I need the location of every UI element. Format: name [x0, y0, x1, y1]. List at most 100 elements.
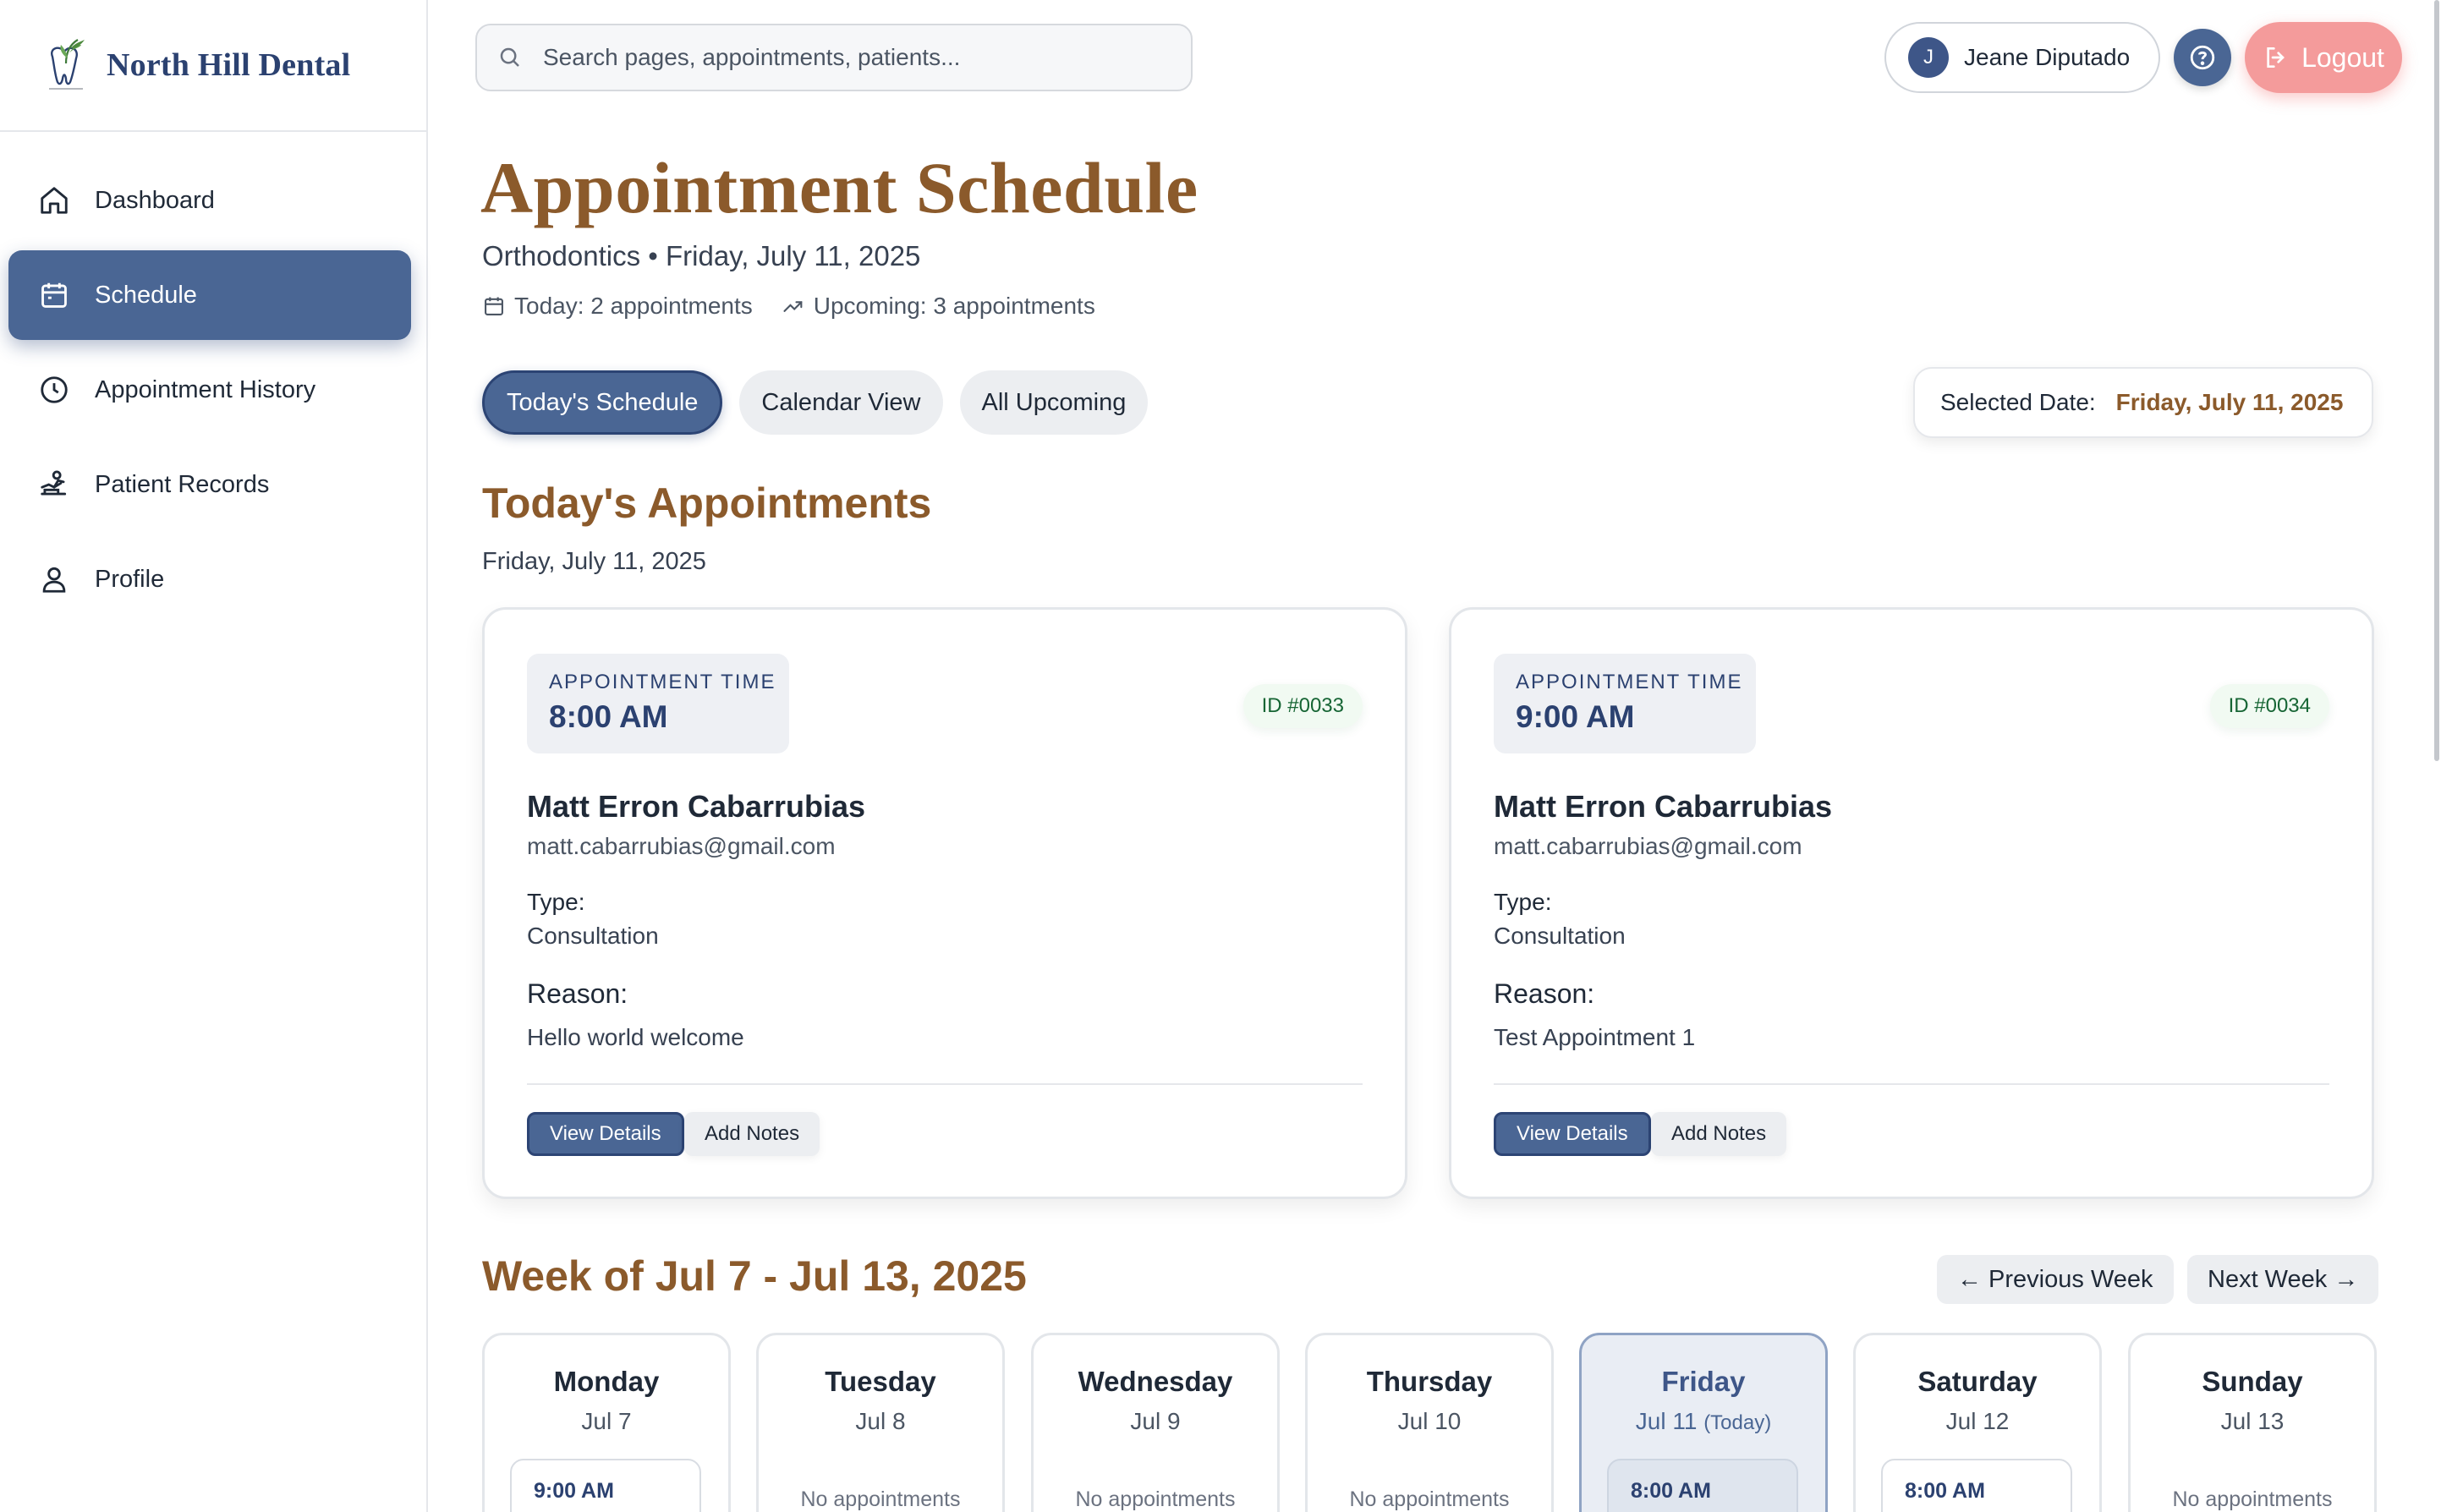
type-value: Consultation: [1494, 923, 1626, 949]
sidebar-item-dashboard[interactable]: Dashboard: [8, 156, 411, 245]
sidebar-item-label: Schedule: [95, 281, 197, 309]
appointment-card: APPOINTMENT TIME 8:00 AM ID #0033 Matt E…: [482, 607, 1407, 1199]
help-icon: [2190, 45, 2215, 70]
sidebar-item-appointment-history[interactable]: Appointment History: [8, 345, 411, 435]
tooth-leaf-logo: [49, 39, 85, 90]
view-details-button[interactable]: View Details: [1494, 1112, 1651, 1156]
selected-date-display: Selected Date: Friday, July 11, 2025: [1913, 367, 2373, 438]
appointment-id-badge: ID #0034: [2209, 684, 2329, 728]
day-card-wednesday[interactable]: Wednesday Jul 9 No appointments: [1031, 1333, 1280, 1512]
tab-calendar-view[interactable]: Calendar View: [739, 370, 943, 435]
day-appointment-slot[interactable]: 9:00 AM: [510, 1459, 701, 1512]
sidebar-nav: Dashboard Schedule Appointment History P…: [0, 132, 426, 624]
trending-up-icon: [783, 301, 803, 312]
day-card-tuesday[interactable]: Tuesday Jul 8 No appointments: [756, 1333, 1005, 1512]
previous-week-button[interactable]: ← Previous Week: [1937, 1255, 2174, 1304]
patient-email: matt.cabarrubias@gmail.com: [1494, 833, 1802, 859]
brand-name: North Hill Dental: [107, 47, 351, 83]
search-input[interactable]: [543, 44, 1186, 71]
appointment-card: APPOINTMENT TIME 9:00 AM ID #0034 Matt E…: [1449, 607, 2374, 1199]
todays-appointments-title: Today's Appointments: [482, 479, 932, 527]
no-appointments-text: No appointments: [1075, 1487, 1236, 1511]
reason-value: Hello world welcome: [527, 1024, 744, 1050]
appointment-time-label: APPOINTMENT TIME: [1516, 671, 1743, 693]
add-notes-button[interactable]: Add Notes: [1651, 1112, 1787, 1156]
appointment-id-badge: ID #0033: [1242, 684, 1363, 728]
sidebar-item-patient-records[interactable]: Patient Records: [8, 440, 411, 529]
reason-value: Test Appointment 1: [1494, 1024, 1696, 1050]
week-title: Week of Jul 7 - Jul 13, 2025: [482, 1252, 1027, 1300]
day-card-monday[interactable]: Monday Jul 7 9:00 AM: [482, 1333, 731, 1512]
sidebar-item-label: Dashboard: [95, 186, 215, 214]
sidebar: North Hill Dental Dashboard Schedule App…: [0, 0, 428, 1512]
day-appointment-slot[interactable]: 8:00 AM: [1881, 1459, 2072, 1512]
page-scrollbar[interactable]: [2433, 0, 2441, 778]
user-name: Jeane Diputado: [1964, 44, 2131, 70]
calendar-icon: [485, 297, 503, 315]
sidebar-item-schedule[interactable]: Schedule: [8, 250, 411, 340]
appointment-time-box: APPOINTMENT TIME 9:00 AM: [1494, 654, 1756, 753]
search-icon: [500, 47, 519, 67]
day-name: Saturday: [1917, 1366, 2038, 1397]
day-name: Monday: [553, 1366, 660, 1397]
day-date: Jul 8: [855, 1408, 906, 1434]
patient-name: Matt Erron Cabarrubias: [527, 789, 866, 824]
day-date: Jul 11 (Today): [1635, 1408, 1772, 1434]
sidebar-item-label: Appointment History: [95, 375, 316, 403]
add-notes-button[interactable]: Add Notes: [684, 1112, 820, 1156]
user-icon: [37, 562, 71, 596]
day-date: Jul 13: [2220, 1408, 2285, 1434]
tab-todays-schedule[interactable]: Today's Schedule: [482, 370, 723, 435]
avatar: J: [1908, 37, 1949, 78]
appointment-time-box: APPOINTMENT TIME 8:00 AM: [527, 654, 789, 753]
logout-button[interactable]: Logout: [2245, 22, 2402, 93]
day-date: Jul 9: [1130, 1408, 1181, 1434]
page-title: Appointment Schedule: [480, 147, 1199, 228]
appointment-time-label: APPOINTMENT TIME: [549, 671, 776, 693]
today-indicator: (Today): [1703, 1411, 1772, 1434]
logout-icon: [2267, 47, 2285, 68]
today-stat-text: Today: 2 appointments: [514, 293, 753, 319]
appointment-time: 8:00 AM: [549, 699, 668, 734]
card-divider: [1494, 1083, 2329, 1085]
type-value: Consultation: [527, 923, 659, 949]
day-name: Sunday: [2202, 1366, 2303, 1397]
brand-header[interactable]: North Hill Dental: [0, 0, 426, 132]
home-icon: [37, 184, 71, 217]
upcoming-stat: Upcoming: 3 appointments: [782, 293, 1095, 320]
selected-date-label: Selected Date:: [1940, 389, 2096, 415]
patient-records-icon: [37, 468, 71, 501]
day-appointment-slot[interactable]: 8:00 AM: [1607, 1459, 1798, 1512]
tab-all-upcoming[interactable]: All Upcoming: [959, 370, 1149, 435]
selected-date-value: Friday, July 11, 2025: [2115, 389, 2344, 415]
help-button[interactable]: [2174, 29, 2231, 86]
day-card-saturday[interactable]: Saturday Jul 12 8:00 AM: [1853, 1333, 2102, 1512]
upcoming-stat-text: Upcoming: 3 appointments: [813, 293, 1095, 319]
appointment-stats: Today: 2 appointments Upcoming: 3 appoin…: [482, 293, 1124, 320]
calendar-icon: [37, 278, 71, 312]
scrollbar-thumb[interactable]: [2434, 0, 2439, 761]
day-card-friday[interactable]: Friday Jul 11 (Today) 8:00 AM: [1579, 1333, 1828, 1512]
user-menu[interactable]: J Jeane Diputado: [1884, 22, 2160, 93]
page-subtitle: Orthodontics • Friday, July 11, 2025: [482, 240, 921, 271]
view-details-button[interactable]: View Details: [527, 1112, 684, 1156]
type-label: Type:: [527, 889, 585, 915]
todays-appointments-date: Friday, July 11, 2025: [482, 548, 706, 575]
day-date: Jul 10: [1397, 1408, 1462, 1434]
day-name: Friday: [1661, 1366, 1746, 1397]
day-name: Thursday: [1366, 1366, 1493, 1397]
day-name: Tuesday: [825, 1366, 936, 1397]
logout-label: Logout: [2301, 41, 2384, 73]
no-appointments-text: No appointments: [800, 1487, 961, 1511]
sidebar-item-profile[interactable]: Profile: [8, 534, 411, 624]
sidebar-item-label: Profile: [95, 565, 165, 593]
sidebar-item-label: Patient Records: [95, 470, 270, 498]
day-card-thursday[interactable]: Thursday Jul 10 No appointments: [1305, 1333, 1554, 1512]
next-week-button[interactable]: Next Week →: [2187, 1255, 2379, 1304]
view-tabs: Today's Schedule Calendar View All Upcom…: [482, 370, 1165, 435]
day-date: Jul 12: [1945, 1408, 2010, 1434]
day-card-sunday[interactable]: Sunday Jul 13 No appointments: [2128, 1333, 2377, 1512]
patient-email: matt.cabarrubias@gmail.com: [527, 833, 836, 859]
reason-label: Reason:: [527, 978, 628, 1009]
search-bar[interactable]: [475, 24, 1193, 91]
